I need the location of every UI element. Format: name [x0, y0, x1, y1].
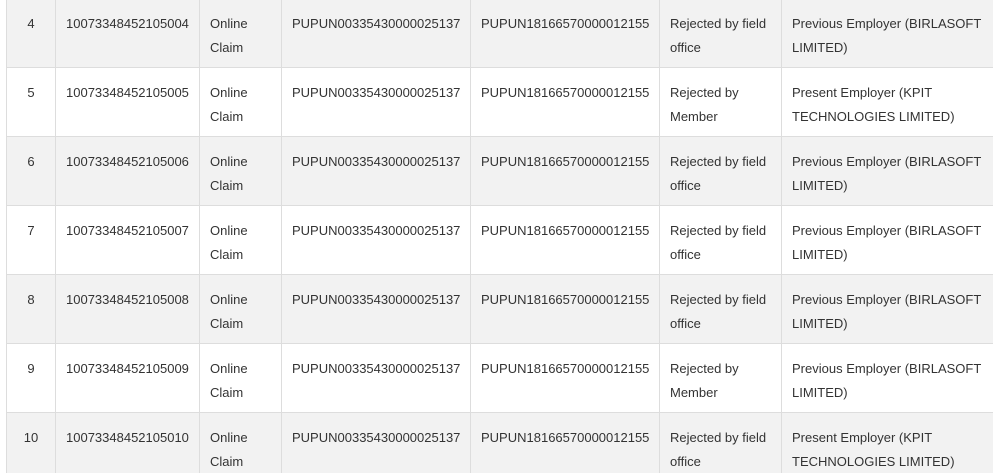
claim-id-cell: 10073348452105008: [55, 274, 200, 344]
establishment-id-cell: PUPUN18166570000012155: [470, 136, 660, 206]
claim-mode-cell: Online Claim: [199, 274, 282, 344]
claim-id-cell: 10073348452105010: [55, 412, 200, 473]
table-row: 6 10073348452105006 Online Claim PUPUN00…: [6, 136, 993, 206]
establishment-id-cell: PUPUN18166570000012155: [470, 205, 660, 275]
employer-cell: Previous Employer (BIRLASOFT LIMITED): [781, 274, 993, 344]
claim-status-cell: Rejected by field office: [659, 205, 782, 275]
member-id-cell: PUPUN00335430000025137: [281, 205, 471, 275]
claims-table: 4 10073348452105004 Online Claim PUPUN00…: [6, 0, 993, 473]
claim-mode-cell: Online Claim: [199, 205, 282, 275]
serial-number-cell: 7: [6, 205, 56, 275]
establishment-id-cell: PUPUN18166570000012155: [470, 274, 660, 344]
claim-id-cell: 10073348452105004: [55, 0, 200, 68]
serial-number-cell: 9: [6, 343, 56, 413]
table-row: 10 10073348452105010 Online Claim PUPUN0…: [6, 412, 993, 473]
serial-number-cell: 5: [6, 67, 56, 137]
employer-cell: Previous Employer (BIRLASOFT LIMITED): [781, 0, 993, 68]
table-row: 8 10073348452105008 Online Claim PUPUN00…: [6, 274, 993, 344]
claims-table-body: 4 10073348452105004 Online Claim PUPUN00…: [6, 0, 993, 473]
member-id-cell: PUPUN00335430000025137: [281, 136, 471, 206]
employer-cell: Previous Employer (BIRLASOFT LIMITED): [781, 343, 993, 413]
establishment-id-cell: PUPUN18166570000012155: [470, 0, 660, 68]
employer-cell: Previous Employer (BIRLASOFT LIMITED): [781, 136, 993, 206]
claim-id-cell: 10073348452105007: [55, 205, 200, 275]
claim-id-cell: 10073348452105009: [55, 343, 200, 413]
member-id-cell: PUPUN00335430000025137: [281, 343, 471, 413]
table-row: 4 10073348452105004 Online Claim PUPUN00…: [6, 0, 993, 68]
claim-mode-cell: Online Claim: [199, 343, 282, 413]
table-row: 7 10073348452105007 Online Claim PUPUN00…: [6, 205, 993, 275]
serial-number-cell: 4: [6, 0, 56, 68]
claim-id-cell: 10073348452105005: [55, 67, 200, 137]
claim-mode-cell: Online Claim: [199, 67, 282, 137]
serial-number-cell: 10: [6, 412, 56, 473]
claims-table-container: 4 10073348452105004 Online Claim PUPUN00…: [6, 0, 993, 473]
claim-status-cell: Rejected by field office: [659, 274, 782, 344]
claim-mode-cell: Online Claim: [199, 0, 282, 68]
claim-status-cell: Rejected by Member: [659, 67, 782, 137]
serial-number-cell: 6: [6, 136, 56, 206]
member-id-cell: PUPUN00335430000025137: [281, 412, 471, 473]
employer-cell: Previous Employer (BIRLASOFT LIMITED): [781, 205, 993, 275]
table-row: 9 10073348452105009 Online Claim PUPUN00…: [6, 343, 993, 413]
member-id-cell: PUPUN00335430000025137: [281, 274, 471, 344]
claim-id-cell: 10073348452105006: [55, 136, 200, 206]
claim-status-cell: Rejected by field office: [659, 136, 782, 206]
employer-cell: Present Employer (KPIT TECHNOLOGIES LIMI…: [781, 412, 993, 473]
claim-status-cell: Rejected by field office: [659, 412, 782, 473]
establishment-id-cell: PUPUN18166570000012155: [470, 412, 660, 473]
establishment-id-cell: PUPUN18166570000012155: [470, 67, 660, 137]
table-row: 5 10073348452105005 Online Claim PUPUN00…: [6, 67, 993, 137]
member-id-cell: PUPUN00335430000025137: [281, 0, 471, 68]
serial-number-cell: 8: [6, 274, 56, 344]
employer-cell: Present Employer (KPIT TECHNOLOGIES LIMI…: [781, 67, 993, 137]
establishment-id-cell: PUPUN18166570000012155: [470, 343, 660, 413]
claim-status-cell: Rejected by field office: [659, 0, 782, 68]
member-id-cell: PUPUN00335430000025137: [281, 67, 471, 137]
claim-mode-cell: Online Claim: [199, 136, 282, 206]
claim-status-cell: Rejected by Member: [659, 343, 782, 413]
claim-mode-cell: Online Claim: [199, 412, 282, 473]
